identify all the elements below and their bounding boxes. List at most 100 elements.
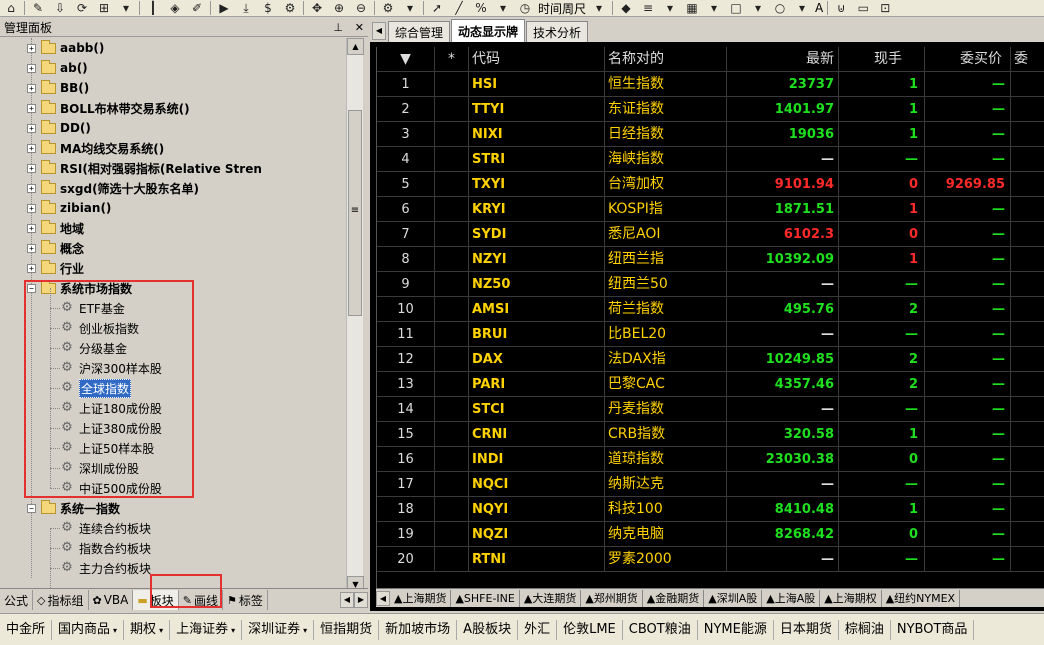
table-row[interactable]: 17 NQCI 纳斯达克 — — — bbox=[377, 472, 1044, 497]
download-icon[interactable]: ⇩ bbox=[49, 0, 71, 16]
zoom-out-icon[interactable]: ⊖ bbox=[350, 0, 372, 16]
tree-leaf[interactable]: ⚙ 主力合约板块 bbox=[60, 558, 151, 578]
edit-icon[interactable]: ✐ bbox=[186, 0, 208, 16]
diamond-icon[interactable]: ◈ bbox=[164, 0, 186, 16]
gear-icon[interactable]: ⚙ bbox=[377, 0, 399, 16]
market-button[interactable]: 中金所 bbox=[0, 619, 53, 640]
market-button[interactable]: 新加坡市场 bbox=[379, 619, 458, 640]
table-row[interactable]: 9 NZ50 纽西兰50— — — bbox=[377, 272, 1044, 297]
market-button[interactable]: 国内商品 ▾ bbox=[52, 619, 125, 640]
tree-folder[interactable]: + zibian() bbox=[27, 198, 111, 218]
align-icon[interactable]: ≡ bbox=[637, 0, 659, 16]
zoom-in-icon[interactable]: ⊕ bbox=[328, 0, 350, 16]
tree-folder[interactable]: + aabb() bbox=[27, 38, 104, 58]
next-column-header[interactable]: 委 bbox=[1011, 47, 1044, 72]
tab-technical-analysis[interactable]: 技术分析 bbox=[526, 21, 589, 42]
lock-icon[interactable]: ⊡ bbox=[874, 0, 896, 16]
sheet-prev-icon[interactable]: ◀ bbox=[376, 590, 390, 606]
market-button[interactable]: CBOT粮油 bbox=[623, 619, 698, 640]
collapse-icon[interactable]: − bbox=[27, 503, 36, 513]
tab-indicator-group[interactable]: ◇ 指标组 bbox=[33, 590, 89, 610]
bars-icon[interactable]: ┃ bbox=[142, 0, 164, 16]
market-button[interactable]: NYBOT商品 bbox=[891, 619, 975, 640]
time-period-button[interactable]: 时间周尺 bbox=[536, 0, 588, 16]
pencil-icon[interactable]: ✎ bbox=[27, 0, 49, 16]
sheet-tab[interactable]: ▲郑州期货 bbox=[581, 589, 643, 607]
code-column-header[interactable]: 代码 bbox=[469, 47, 605, 72]
table-row[interactable]: 15 CRNI CRB指数 320.58 1— bbox=[377, 422, 1044, 447]
dropdown-arrow-icon[interactable]: ▾ bbox=[791, 0, 813, 16]
circle-icon[interactable]: ○ bbox=[769, 0, 791, 16]
line-tool-icon[interactable]: ╱ bbox=[448, 0, 470, 16]
tab-overview[interactable]: 综合管理 bbox=[388, 21, 451, 42]
sheet-tab[interactable]: ▲金融期货 bbox=[643, 589, 705, 607]
download-tray-icon[interactable]: ⤓ bbox=[235, 0, 257, 16]
scroll-thumb[interactable]: ≡ bbox=[348, 110, 362, 316]
hatch-icon[interactable]: ▦ bbox=[681, 0, 703, 16]
tree-folder[interactable]: + BB() bbox=[27, 78, 89, 98]
market-button[interactable]: 外汇 bbox=[518, 619, 558, 640]
pin-icon[interactable]: ⊥ bbox=[333, 21, 343, 34]
home-icon[interactable]: ⌂ bbox=[0, 0, 22, 16]
tab-prev-icon[interactable]: ◀ bbox=[340, 592, 354, 608]
table-row[interactable]: 14 STCI 丹麦指数 — — — bbox=[377, 397, 1044, 422]
expand-icon[interactable]: + bbox=[27, 123, 36, 133]
sheet-tab[interactable]: ▲上海期货 bbox=[390, 589, 452, 607]
table-row[interactable]: 11 BRUI 比BEL20— — — bbox=[377, 322, 1044, 347]
volume-column-header[interactable]: 现手 bbox=[839, 47, 925, 72]
market-button[interactable]: 日本期货 bbox=[774, 619, 839, 640]
market-button[interactable]: NYME能源 bbox=[698, 619, 774, 640]
table-row[interactable]: 18 NQYI 科技100 8410.48 1— bbox=[377, 497, 1044, 522]
dropdown-arrow-icon[interactable]: ▾ bbox=[492, 0, 514, 16]
last-column-header[interactable]: 最新 bbox=[727, 47, 839, 72]
sync-icon[interactable]: ⟳ bbox=[71, 0, 93, 16]
sheet-tab[interactable]: ▲纽约NYMEX bbox=[882, 589, 961, 607]
text-tool-button[interactable]: A bbox=[813, 1, 825, 15]
table-row[interactable]: 6 KRYI KOSPI指 1871.51 1— bbox=[377, 197, 1044, 222]
sheet-tab[interactable]: ▲SHFE-INE bbox=[451, 589, 520, 607]
table-row[interactable]: 2 TTYI 东证指数 1401.97 1— bbox=[377, 97, 1044, 122]
dropdown-arrow-icon[interactable]: ▾ bbox=[747, 0, 769, 16]
market-button[interactable]: A股板块 bbox=[457, 619, 519, 640]
expand-icon[interactable]: + bbox=[27, 163, 36, 173]
tab-formula[interactable]: 公式 bbox=[0, 590, 34, 610]
tree-folder[interactable]: + 行业 bbox=[27, 258, 84, 278]
table-row[interactable]: 8 NZYI 纽西兰指 10392.09 1— bbox=[377, 247, 1044, 272]
table-row[interactable]: 7 SYDI 悉尼AOI 6102.3 0— bbox=[377, 222, 1044, 247]
tab-bookmark[interactable]: ⚑ 标签 bbox=[223, 590, 268, 610]
expand-icon[interactable]: + bbox=[27, 243, 36, 253]
expand-icon[interactable]: + bbox=[27, 263, 36, 273]
market-button[interactable]: 期权 ▾ bbox=[124, 619, 171, 640]
tree-folder[interactable]: + ab() bbox=[27, 58, 88, 78]
table-row[interactable]: 19 NQZI 纳克电脑 8268.42 0— bbox=[377, 522, 1044, 547]
percent-icon[interactable]: % bbox=[470, 0, 492, 16]
name-column-header[interactable]: 名称对的 bbox=[605, 47, 727, 72]
scroll-up-icon[interactable]: ▲ bbox=[347, 38, 364, 55]
play-icon[interactable]: ▶ bbox=[213, 0, 235, 16]
tree-folder[interactable]: + BOLL布林带交易系统() bbox=[27, 98, 190, 118]
tab-dynamic-board[interactable]: 动态显示牌 bbox=[451, 19, 526, 42]
tree-folder[interactable]: + 概念 bbox=[27, 238, 84, 258]
sheet-tab[interactable]: ▲上海A股 bbox=[762, 589, 821, 607]
tab-scroll-left-icon[interactable]: ◀ bbox=[372, 22, 386, 40]
settings-icon[interactable]: ⚙ bbox=[279, 0, 301, 16]
rectangle-icon[interactable]: □ bbox=[725, 0, 747, 16]
table-row[interactable]: 5 TXYI 台湾加权 9101.94 0 9269.85 bbox=[377, 172, 1044, 197]
market-button[interactable]: 伦敦LME bbox=[557, 619, 623, 640]
sheet-tab[interactable]: ▲深圳A股 bbox=[704, 589, 763, 607]
tab-vba[interactable]: ✿ VBA bbox=[89, 590, 134, 610]
dollar-icon[interactable]: $ bbox=[257, 0, 279, 16]
expand-icon[interactable]: + bbox=[27, 63, 36, 73]
market-button[interactable]: 棕榈油 bbox=[839, 619, 891, 640]
grid-icon[interactable]: ⊞ bbox=[93, 0, 115, 16]
table-row[interactable]: 10 AMSI 荷兰指数 495.76 2— bbox=[377, 297, 1044, 322]
expand-icon[interactable]: + bbox=[27, 83, 36, 93]
bid-column-header[interactable]: 委买价 bbox=[925, 47, 1011, 72]
fill-icon[interactable]: ◆ bbox=[615, 0, 637, 16]
table-row[interactable]: 3 NIXI 日经指数 19036 1— bbox=[377, 122, 1044, 147]
market-button[interactable]: 深圳证券 ▾ bbox=[242, 619, 315, 640]
tree-folder[interactable]: + MA均线交易系统() bbox=[27, 138, 164, 158]
eraser-icon[interactable]: ▭ bbox=[852, 0, 874, 16]
tree-folder[interactable]: + RSI(相对强弱指标(Relative Stren bbox=[27, 158, 262, 178]
sort-column-header[interactable]: ▼ bbox=[377, 47, 435, 72]
